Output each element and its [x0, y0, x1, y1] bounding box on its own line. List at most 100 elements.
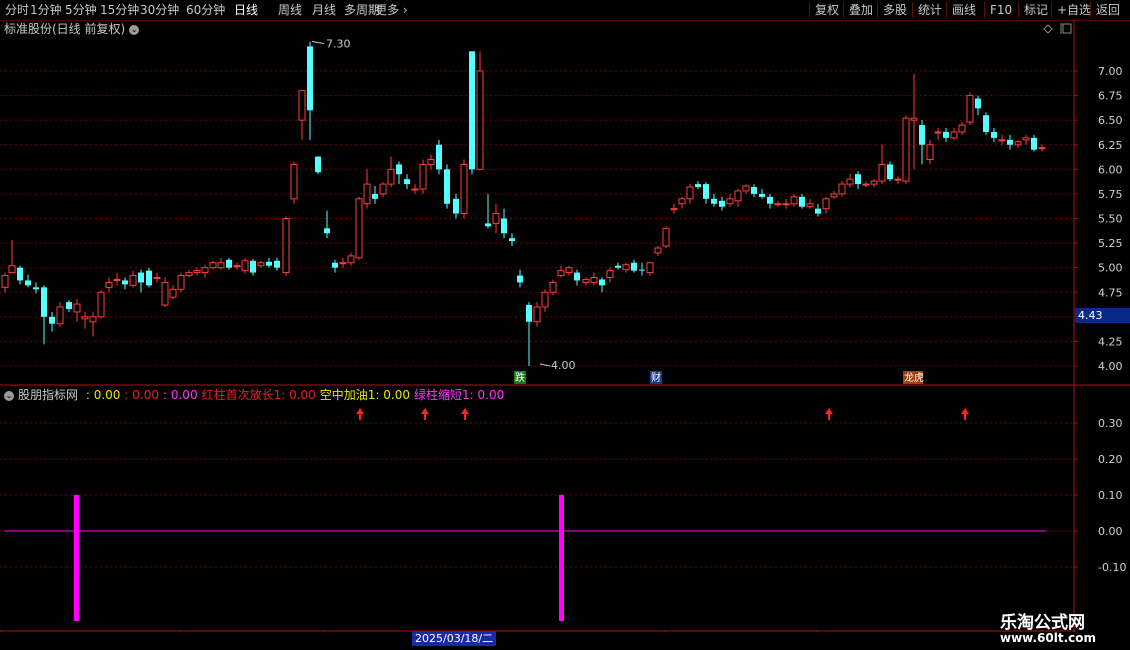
toolbar-button-7[interactable]: +自选: [1057, 0, 1091, 20]
candle-body-up: [549, 281, 557, 293]
period-tab-10[interactable]: 更多 ›: [375, 0, 408, 20]
candle-body-up: [355, 198, 363, 259]
diamond-icon: [1043, 24, 1053, 34]
candle-body-down: [266, 261, 272, 266]
candle-body-down: [887, 164, 893, 180]
candle-body-down: [991, 131, 997, 138]
period-tab-4[interactable]: 30分钟: [140, 0, 179, 20]
candle-body-up: [233, 265, 241, 268]
toolbar: 分时 1分钟 5分钟 15分钟 30分钟 60分钟 日线 周线 月线 多周期 更多 › 复权 叠加 多股统…: [0, 0, 1130, 21]
toolbar-button-2[interactable]: 多股: [883, 0, 907, 20]
watermark-url: www.60lt.com: [1000, 631, 1097, 645]
candle-body-up: [894, 178, 902, 181]
price-axis-label-7: 5.25: [1098, 237, 1123, 250]
toolbar-separator: [877, 2, 878, 18]
candle-body-up: [379, 183, 387, 195]
price-axis-label-6: 5.50: [1098, 213, 1123, 226]
candle-body-down: [250, 260, 256, 273]
candle-body-up: [565, 267, 573, 274]
indicator-name: 股朋指标网: [18, 388, 79, 402]
candle-body-up: [926, 144, 934, 160]
candle-body-up: [113, 278, 121, 281]
candle-body-down: [855, 174, 861, 185]
candle-body-up: [790, 196, 798, 205]
candle-body-up: [290, 163, 298, 200]
candle-body-up: [742, 185, 750, 192]
candle-body-down: [919, 125, 925, 145]
period-tab-2[interactable]: 5分钟: [65, 0, 97, 20]
candle-body-up: [678, 198, 686, 205]
candle-body-up: [910, 117, 918, 121]
candle-body-down: [49, 316, 55, 324]
candle-body-up: [177, 275, 185, 290]
candle-body-up: [298, 90, 306, 121]
chevron-down-icon[interactable]: ⌄: [4, 390, 14, 401]
signal-arrow-icon: [356, 408, 364, 420]
candle-body-up: [427, 159, 435, 165]
candle-body-up: [97, 291, 105, 318]
candle-body-up: [838, 183, 846, 195]
candle-body-up: [476, 70, 484, 170]
candle-body-up: [419, 163, 427, 190]
price-axis-label-12: 4.00: [1098, 360, 1123, 373]
event-tag-1: 财: [651, 371, 661, 384]
toolbar-button-0[interactable]: 复权: [815, 0, 839, 20]
toolbar-button-3[interactable]: 统计: [918, 0, 942, 20]
period-tab-8[interactable]: 月线: [312, 0, 336, 20]
candle-body-up: [782, 203, 790, 206]
candle-body-up: [774, 203, 782, 206]
candle-body-down: [315, 156, 321, 173]
period-tab-5[interactable]: 60分钟: [186, 0, 225, 20]
candle-body-up: [56, 306, 64, 325]
period-tab-3[interactable]: 15分钟: [100, 0, 139, 20]
candle-body-up: [1, 275, 9, 288]
candle-body-up: [557, 270, 565, 277]
candle-body-down: [943, 131, 949, 138]
candle-body-up: [862, 183, 870, 186]
low-price-marker: 4.00: [551, 359, 576, 372]
period-tab-7[interactable]: 周线: [278, 0, 302, 20]
indicator-title: ⌄ 股朋指标网 : 0.00: 0.00: 0.00 红柱首次放长1: 0.00 空中…: [4, 387, 512, 403]
current-price-tag: 4.43: [1075, 308, 1130, 323]
indicator-value-label: 红柱首次放长1: [201, 388, 282, 402]
toolbar-button-5[interactable]: F10: [990, 0, 1012, 20]
candle-body-up: [1014, 141, 1022, 146]
candle-body-up: [958, 124, 966, 133]
signal-arrow-icon: [421, 408, 429, 420]
toolbar-button-6[interactable]: 标记: [1024, 0, 1048, 20]
watermark-title: 乐淘公式网: [1000, 613, 1085, 633]
toolbar-separator: [809, 2, 810, 18]
candle-body-up: [870, 180, 878, 185]
candle-body-up: [662, 227, 670, 247]
candle-body-up: [582, 278, 590, 283]
candle-body-down: [226, 259, 232, 268]
candle-body-down: [25, 280, 31, 286]
toolbar-button-1[interactable]: 叠加: [849, 0, 873, 20]
candle-body-down: [639, 269, 645, 271]
candle-body-down: [436, 144, 442, 170]
period-tab-1[interactable]: 1分钟: [30, 0, 62, 20]
toolbar-button-4[interactable]: 画线: [952, 0, 976, 20]
toolbar-button-8[interactable]: 返回: [1096, 0, 1120, 20]
candle-body-up: [590, 277, 598, 283]
candle-body-up: [411, 188, 419, 191]
chart-canvas[interactable]: 7.00 6.75 6.50 6.25 6.00 5.75 5.50 5.25 5.00 4.75…: [0, 20, 1130, 632]
price-axis-label-2: 6.50: [1098, 114, 1123, 127]
candle-body-down: [469, 51, 475, 170]
price-axis-label-3: 6.25: [1098, 139, 1123, 152]
candle-body-down: [574, 272, 580, 281]
candle-body-up: [670, 208, 678, 211]
period-tab-0[interactable]: 分时: [5, 0, 29, 20]
candle-body-up: [153, 277, 161, 279]
candle-body-up: [541, 291, 549, 308]
candle-body-up: [8, 265, 16, 274]
candle-body-up: [81, 316, 89, 320]
candle-body-up: [822, 198, 830, 210]
period-tab-6[interactable]: 日线: [234, 0, 258, 20]
candle-body-up: [830, 193, 838, 198]
candle-body-up: [129, 275, 137, 286]
candle-body-down: [404, 179, 410, 185]
candle-body-up: [282, 218, 290, 274]
price-axis-label-11: 4.25: [1098, 335, 1123, 348]
price-axis-label-9: 4.75: [1098, 286, 1123, 299]
